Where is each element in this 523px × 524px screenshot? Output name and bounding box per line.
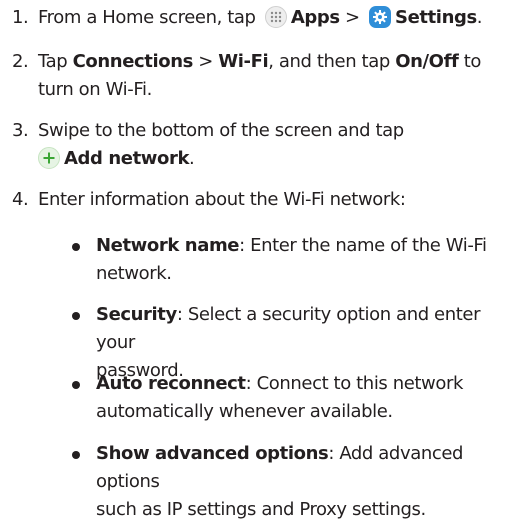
option-line: automatically whenever available. (96, 401, 393, 422)
bullet-dot (72, 312, 80, 320)
step-text: From a Home screen, tap Apps > Settings. (38, 4, 520, 32)
option-term: Show advanced options (96, 443, 329, 464)
option-text: Network name: Enter the name of the Wi-F… (96, 232, 506, 288)
option-line: Network name: Enter the name of the Wi-F… (96, 232, 506, 260)
step-text-part: . (189, 148, 195, 169)
option-desc: : Connect to this network (245, 373, 464, 394)
step-number: 2. (12, 51, 29, 72)
separator: > (339, 7, 366, 28)
separator: > (192, 51, 219, 72)
step-line: turn on Wi-Fi. (38, 79, 152, 100)
option-line: such as IP settings and Proxy settings. (96, 499, 426, 520)
option-line: Auto reconnect: Connect to this network (96, 370, 506, 398)
step-text-part: to (458, 51, 482, 72)
step-text-part: , and then tap (268, 51, 396, 72)
option-text: Show advanced options: Add advanced opti… (96, 440, 506, 524)
apps-grid-icon (264, 6, 287, 28)
wifi-label: Wi-Fi (218, 51, 269, 72)
onoff-label: On/Off (395, 51, 459, 72)
step-number: 4. (12, 189, 29, 210)
step-text-part: Tap (38, 51, 73, 72)
option-term: Security (96, 304, 177, 325)
step-text: Swipe to the bottom of the screen and ta… (38, 117, 520, 173)
apps-label: Apps (290, 7, 340, 28)
settings-label: Settings (395, 7, 477, 28)
add-network-label: Add network (64, 148, 190, 169)
bullet-dot (72, 381, 80, 389)
step-text: Enter information about the Wi-Fi networ… (38, 189, 406, 210)
option-line: Security: Select a security option and e… (96, 301, 506, 357)
option-term: Network name (96, 235, 240, 256)
step-text: Tap Connections > Wi-Fi, and then tap On… (38, 48, 520, 104)
step-number: 1. (12, 7, 29, 28)
step-line: Tap Connections > Wi-Fi, and then tap On… (38, 48, 520, 76)
option-desc: : Enter the name of the Wi-Fi (239, 235, 487, 256)
step-number: 3. (12, 120, 29, 141)
step-text-part: . (476, 7, 483, 28)
settings-gear-icon (369, 6, 392, 28)
option-text: Auto reconnect: Connect to this network … (96, 370, 506, 426)
option-line: network. (96, 263, 172, 284)
step-line: Add network. (38, 145, 520, 173)
add-plus-icon (38, 147, 60, 169)
connections-label: Connections (72, 51, 194, 72)
step-line: Swipe to the bottom of the screen and ta… (38, 120, 404, 141)
option-line: Show advanced options: Add advanced opti… (96, 440, 506, 496)
step-text-part: From a Home screen, tap (38, 7, 261, 28)
bullet-dot (72, 243, 80, 251)
option-term: Auto reconnect (96, 373, 246, 394)
bullet-dot (72, 451, 80, 459)
